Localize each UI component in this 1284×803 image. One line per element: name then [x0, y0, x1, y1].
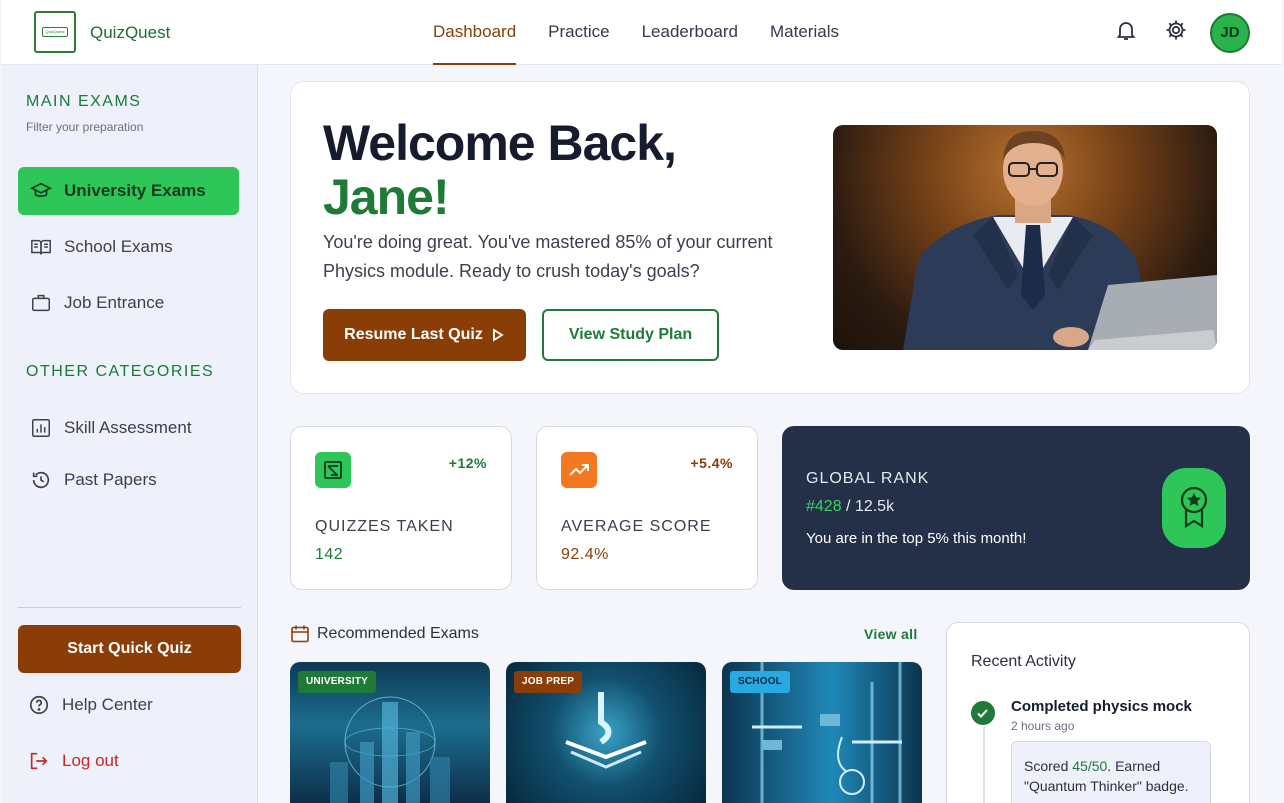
main-exams-subtitle: Filter your preparation — [26, 120, 144, 134]
exam-card-job-prep[interactable]: JOB PREP — [506, 662, 706, 803]
sidebar-item-university-exams[interactable]: University Exams — [18, 167, 239, 215]
quizzes-delta: +12% — [448, 455, 487, 471]
timeline-line — [983, 727, 985, 803]
history-icon — [32, 471, 50, 489]
detail-prefix: Scored — [1024, 758, 1073, 774]
rank-message: You are in the top 5% this month! — [806, 530, 1027, 547]
rank-label: GLOBAL RANK — [806, 470, 930, 487]
quizzes-taken-card: +12% QUIZZES TAKEN 142 — [290, 426, 512, 590]
quizzes-label: QUIZZES TAKEN — [315, 518, 454, 535]
sidebar-item-label: University Exams — [64, 181, 206, 200]
exam-tag: UNIVERSITY — [298, 671, 377, 693]
logout-link[interactable]: Log out — [28, 750, 119, 772]
sidebar-item-label: School Exams — [64, 237, 173, 256]
main-nav: Dashboard Practice Leaderboard Materials — [433, 0, 871, 65]
help-circle-icon — [29, 695, 49, 715]
hero-image — [833, 125, 1217, 350]
average-delta: +5.4% — [690, 455, 733, 471]
recommended-exams-title: Recommended Exams — [290, 624, 479, 644]
average-label: AVERAGE SCORE — [561, 518, 712, 535]
activity-item-time: 2 hours ago — [1011, 719, 1075, 733]
exam-tag: JOB PREP — [514, 671, 583, 693]
logout-label: Log out — [62, 751, 119, 770]
help-center-link[interactable]: Help Center — [28, 694, 153, 716]
trending-up-icon — [561, 452, 597, 488]
graduation-cap-icon — [30, 182, 52, 197]
exam-card-university[interactable]: UNIVERSITY — [290, 662, 490, 803]
logo[interactable]: QuizQuest — [34, 11, 76, 53]
brand-name[interactable]: QuizQuest — [90, 23, 170, 43]
resume-last-quiz-label: Resume Last Quiz — [344, 326, 483, 343]
logout-icon — [30, 752, 48, 770]
average-score-card: +5.4% AVERAGE SCORE 92.4% — [536, 426, 758, 590]
play-icon — [492, 328, 504, 342]
recent-activity-panel: Recent Activity Completed physics mock 2… — [946, 622, 1250, 803]
average-value: 92.4% — [561, 546, 609, 563]
quizzes-value: 142 — [315, 546, 344, 563]
book-open-icon — [31, 239, 51, 255]
bell-icon[interactable] — [1114, 18, 1138, 42]
exam-card-school[interactable]: SCHOOL — [722, 662, 922, 803]
nav-materials[interactable]: Materials — [770, 0, 839, 65]
resume-last-quiz-button[interactable]: Resume Last Quiz — [323, 309, 526, 361]
calendar-icon — [291, 625, 309, 643]
top-header: QuizQuest QuizQuest Dashboard Practice L… — [2, 0, 1282, 65]
businessman-illustration — [903, 130, 1217, 350]
award-badge-icon — [1162, 468, 1226, 548]
help-center-label: Help Center — [62, 695, 153, 714]
bar-chart-icon — [32, 419, 50, 437]
recent-activity-title: Recent Activity — [971, 653, 1076, 670]
hero-description: You're doing great. You've mastered 85% … — [323, 232, 773, 281]
briefcase-icon — [32, 294, 50, 312]
detail-score: 45/50 — [1072, 758, 1108, 774]
other-categories-title: OTHER CATEGORIES — [26, 363, 215, 380]
sidebar-divider — [18, 607, 241, 608]
nav-dashboard[interactable]: Dashboard — [433, 0, 517, 65]
sidebar-item-past-papers[interactable]: Past Papers — [18, 456, 239, 504]
avatar[interactable]: JD — [1210, 13, 1250, 53]
gear-icon[interactable] — [1164, 18, 1188, 42]
quiz-icon — [315, 452, 351, 488]
rank-position: #428 — [806, 498, 842, 515]
sidebar: MAIN EXAMS Filter your preparation Unive… — [2, 65, 258, 803]
view-study-plan-button[interactable]: View Study Plan — [542, 309, 719, 361]
nav-practice[interactable]: Practice — [548, 0, 609, 65]
hero-title: Welcome Back, — [323, 115, 677, 171]
sidebar-item-job-entrance[interactable]: Job Entrance — [18, 279, 239, 327]
sidebar-item-label: Past Papers — [64, 470, 157, 489]
sidebar-item-school-exams[interactable]: School Exams — [18, 223, 239, 271]
main-exams-title: MAIN EXAMS — [26, 93, 142, 110]
recommended-exams-label: Recommended Exams — [317, 625, 479, 642]
sidebar-item-label: Job Entrance — [64, 293, 165, 312]
sidebar-item-label: Skill Assessment — [64, 418, 192, 437]
hero-user-name: Jane! — [323, 169, 450, 225]
check-circle-icon — [971, 701, 995, 725]
welcome-hero: Welcome Back, Jane! You're doing great. … — [290, 81, 1250, 394]
rank-total: / 12.5k — [846, 498, 895, 515]
rank-value: #428 / 12.5k — [806, 498, 894, 516]
activity-item-title: Completed physics mock — [1011, 698, 1192, 715]
exam-tag: SCHOOL — [730, 671, 790, 693]
logo-text: QuizQuest — [42, 27, 68, 37]
start-quick-quiz-button[interactable]: Start Quick Quiz — [18, 625, 241, 673]
global-rank-card: GLOBAL RANK #428 / 12.5k You are in the … — [782, 426, 1250, 590]
activity-item-detail: Scored 45/50. Earned "Quantum Thinker" b… — [1011, 741, 1211, 803]
view-all-link[interactable]: View all — [864, 626, 918, 642]
sidebar-item-skill-assessment[interactable]: Skill Assessment — [18, 404, 239, 452]
nav-leaderboard[interactable]: Leaderboard — [642, 0, 738, 65]
